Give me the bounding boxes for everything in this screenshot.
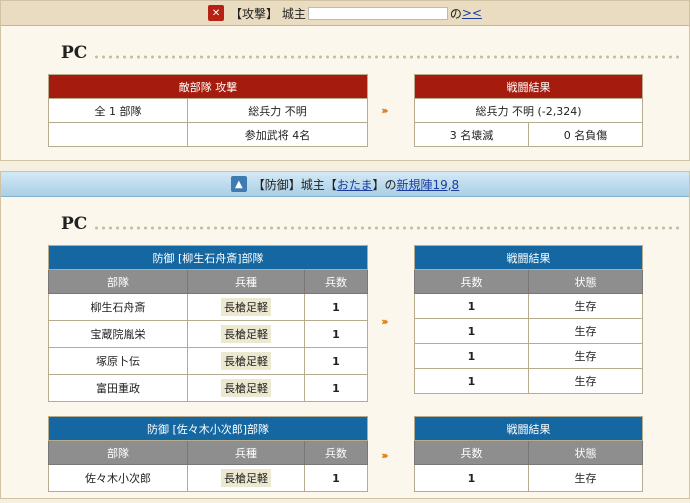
attack-dot-divider: [93, 55, 681, 59]
troop-type: 長槍足軽: [221, 298, 271, 316]
defense-dot-divider: [93, 226, 681, 230]
troop-type: 長槍足軽: [221, 325, 271, 343]
attack-result-destroyed: 3 名壊滅: [414, 122, 529, 147]
troop-type: 長槍足軽: [221, 352, 271, 370]
troop-type-cell: 長槍足軽: [187, 320, 305, 348]
unit-general: 富田重政: [48, 374, 188, 402]
result-state: 生存: [528, 368, 643, 394]
enemy-unit-count: 全 1 部隊: [48, 98, 188, 123]
attack-result-force: 総兵力 不明 (-2,324): [414, 98, 643, 123]
defense-result-header: 戦闘結果: [414, 245, 643, 270]
defense-result-header-2: 戦闘結果: [414, 416, 643, 441]
defense-helmet-icon: ▲: [230, 176, 247, 192]
troop-count: 1: [304, 347, 368, 375]
defense-title-bar: ▲ 【防御】城主【 おたま 】の 新規陣19,8: [1, 172, 689, 197]
col-result-count: 兵数: [414, 269, 529, 294]
enemy-empty-cell: [48, 122, 188, 147]
attack-arrow-icon: ›››: [381, 104, 388, 117]
attack-location-link[interactable]: ><: [462, 6, 482, 20]
troop-count: 1: [304, 464, 368, 492]
attack-title-prefix: 【攻撃】 城主: [230, 6, 306, 21]
attack-pc-label: PC: [61, 43, 88, 63]
attack-panel: ✕ 【攻撃】 城主 の >< PC 敵部隊 攻撃 全 1 部隊 総兵力 不明 参加…: [0, 0, 690, 161]
unit-general: 柳生石舟斎: [48, 293, 188, 321]
enemy-table-header: 敵部隊 攻撃: [48, 74, 368, 99]
col-unit: 部隊: [48, 440, 188, 465]
col-unit: 部隊: [48, 269, 188, 294]
col-troop-count: 兵数: [304, 269, 368, 294]
table-row: 宝蔵院胤栄 長槍足軽 1: [48, 320, 368, 348]
defense-location-link[interactable]: 新規陣19,8: [396, 176, 459, 193]
troop-type-cell: 長槍足軽: [187, 464, 305, 492]
defense-unit-table: 防御 [柳生石舟斎]部隊 部隊 兵種 兵数 柳生石舟斎 長槍足軽 1 宝蔵院胤栄…: [48, 245, 368, 402]
unit-general: 佐々木小次郎: [48, 464, 188, 492]
defense-result-table: 戦闘結果 兵数 状態 1 生存 1 生存 1 生存 1 生存: [414, 245, 643, 394]
troop-type-cell: 長槍足軽: [187, 347, 305, 375]
defense-title-prefix: 【防御】城主【: [252, 177, 337, 192]
table-row: 佐々木小次郎 長槍足軽 1: [48, 464, 368, 492]
attack-result-injured: 0 名負傷: [528, 122, 643, 147]
table-row: 富田重政 長槍足軽 1: [48, 374, 368, 402]
defense-arrow-icon-2: ›››: [381, 449, 388, 462]
col-result-state: 状態: [528, 440, 643, 465]
troop-type-cell: 長槍足軽: [187, 293, 305, 321]
table-row: 1 生存: [414, 318, 643, 344]
defense-panel: ▲ 【防御】城主【 おたま 】の 新規陣19,8 PC 防御 [柳生石舟斎]部隊…: [0, 171, 690, 499]
enemy-total-force: 総兵力 不明: [187, 98, 368, 123]
defense-lord-link[interactable]: おたま: [337, 176, 373, 193]
result-count: 1: [414, 293, 529, 319]
attack-sword-icon: ✕: [208, 5, 225, 21]
table-row: 1 生存: [414, 464, 643, 492]
troop-count: 1: [304, 320, 368, 348]
defense-pc-label: PC: [61, 214, 88, 234]
col-troop-count: 兵数: [304, 440, 368, 465]
col-result-state: 状態: [528, 269, 643, 294]
result-state: 生存: [528, 343, 643, 369]
troop-count: 1: [304, 374, 368, 402]
defense-unit-header-2: 防御 [佐々木小次郎]部隊: [48, 416, 368, 441]
result-state: 生存: [528, 318, 643, 344]
defense-arrow-icon: ›››: [381, 315, 388, 328]
col-troop-type: 兵種: [187, 269, 305, 294]
troop-type: 長槍足軽: [221, 469, 271, 487]
attack-title-bar: ✕ 【攻撃】 城主 の ><: [1, 1, 689, 26]
result-count: 1: [414, 464, 529, 492]
troop-count: 1: [304, 293, 368, 321]
table-row: 柳生石舟斎 長槍足軽 1: [48, 293, 368, 321]
col-result-count: 兵数: [414, 440, 529, 465]
troop-type: 長槍足軽: [221, 379, 271, 397]
redacted-name: [307, 6, 448, 20]
enemy-generals-count: 参加武将 4名: [187, 122, 368, 147]
table-row: 1 生存: [414, 343, 643, 369]
defense-title-mid: 】の: [372, 177, 397, 192]
col-troop-type: 兵種: [187, 440, 305, 465]
table-row: 1 生存: [414, 368, 643, 394]
defense-result-table-2: 戦闘結果 兵数 状態 1 生存: [414, 416, 643, 492]
attack-title-suffix: の: [449, 6, 462, 21]
unit-general: 塚原卜伝: [48, 347, 188, 375]
defense-unit-table-2: 防御 [佐々木小次郎]部隊 部隊 兵種 兵数 佐々木小次郎 長槍足軽 1: [48, 416, 368, 492]
table-row: 塚原卜伝 長槍足軽 1: [48, 347, 368, 375]
result-count: 1: [414, 318, 529, 344]
attack-result-table: 戦闘結果 総兵力 不明 (-2,324) 3 名壊滅 0 名負傷: [414, 74, 643, 147]
result-count: 1: [414, 343, 529, 369]
defense-unit-header: 防御 [柳生石舟斎]部隊: [48, 245, 368, 270]
attack-result-header: 戦闘結果: [414, 74, 643, 99]
result-state: 生存: [528, 293, 643, 319]
troop-type-cell: 長槍足軽: [187, 374, 305, 402]
result-state: 生存: [528, 464, 643, 492]
table-row: 1 生存: [414, 293, 643, 319]
enemy-table: 敵部隊 攻撃 全 1 部隊 総兵力 不明 参加武将 4名: [48, 74, 368, 147]
unit-general: 宝蔵院胤栄: [48, 320, 188, 348]
result-count: 1: [414, 368, 529, 394]
